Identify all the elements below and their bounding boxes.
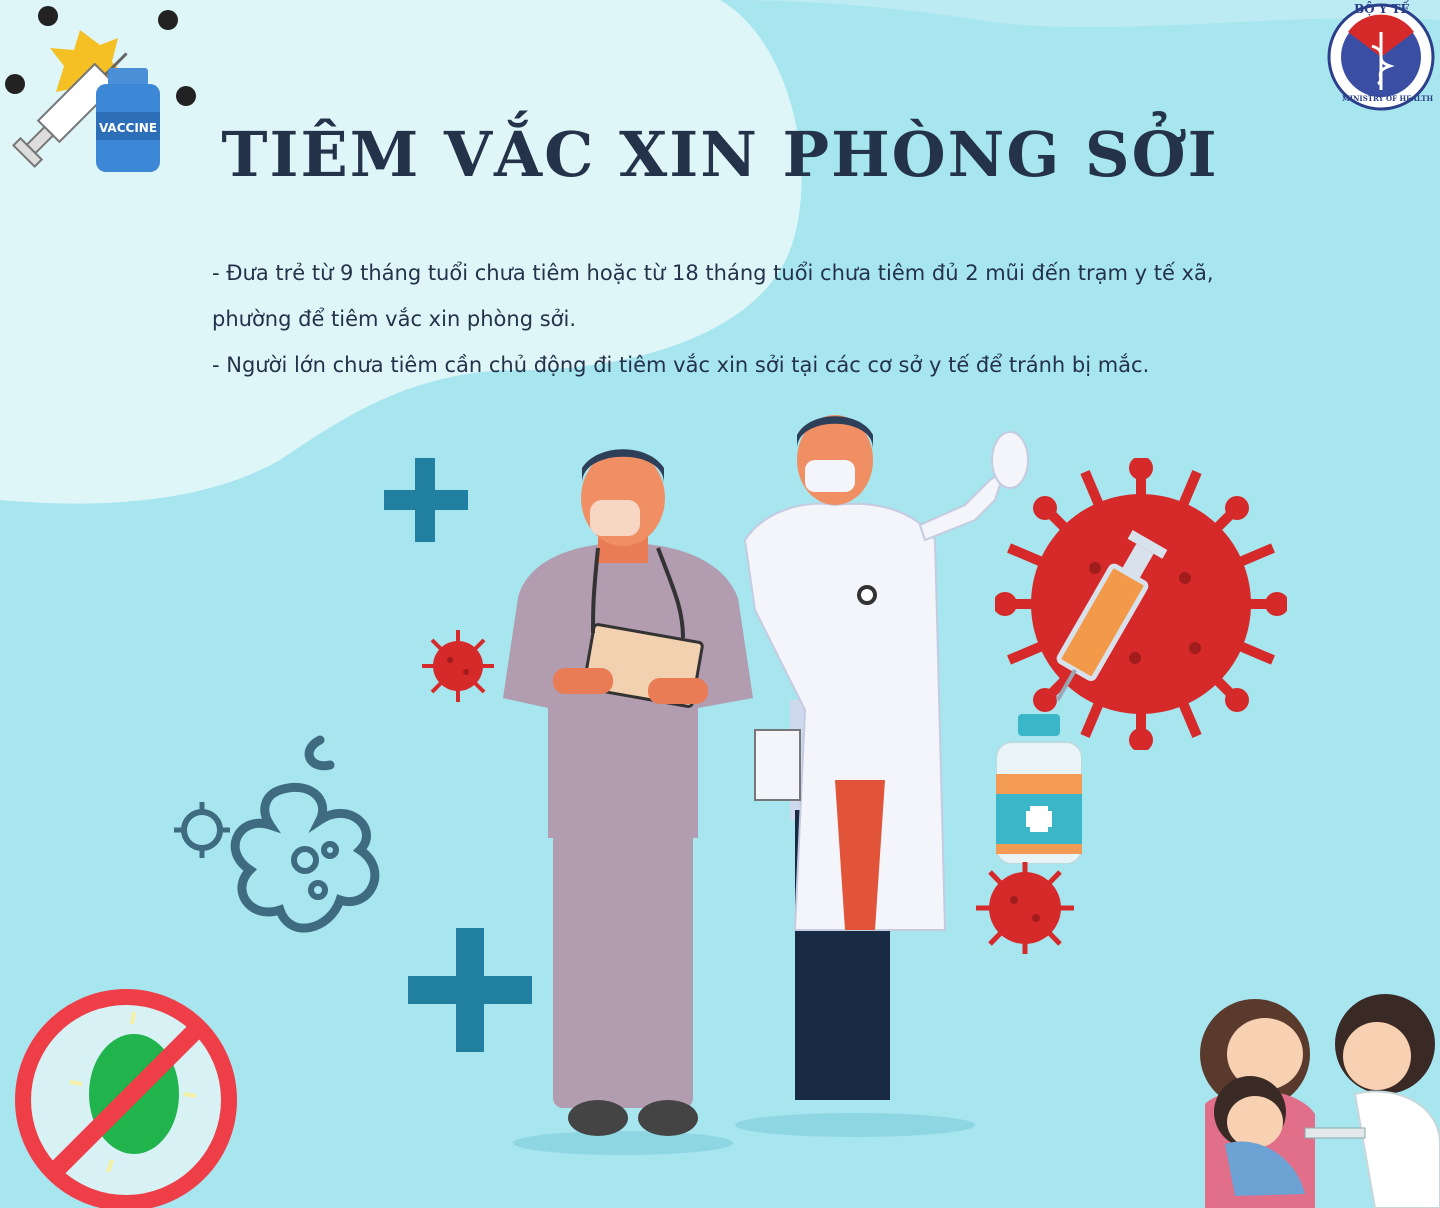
logo-bottom-text: MINISTRY OF HEALTH [1342,94,1434,103]
logo-top-text: BỘ Y TẾ [1354,2,1410,16]
virus-icon [422,630,494,702]
virus-outline-icon [174,735,380,933]
vaccine-label: VACCINE [99,121,157,135]
paragraph-3: - Người lớn chưa tiêm cần chủ động đi ti… [212,353,1150,377]
virus-icon [995,458,1287,750]
paragraph-2: phường để tiêm vắc xin phòng sởi. [212,307,577,331]
syringe-vaccine-illustration: VACCINE [5,6,196,172]
body-text: - Đưa trẻ từ 9 tháng tuổi chưa tiêm hoặc… [212,250,1332,388]
virus-icon [976,862,1074,954]
plus-icon [384,458,468,542]
ban-sign-icon [15,989,237,1208]
paragraph-1: - Đưa trẻ từ 9 tháng tuổi chưa tiêm hoặc… [212,261,1214,285]
vaccination-scene-illustration [1200,994,1440,1208]
doctor-figure [735,415,1029,1137]
nurse-figure [503,449,753,1155]
vaccine-vial-icon [996,714,1082,864]
ministry-logo: BỘ Y TẾ MINISTRY OF HEALTH [1326,2,1436,112]
